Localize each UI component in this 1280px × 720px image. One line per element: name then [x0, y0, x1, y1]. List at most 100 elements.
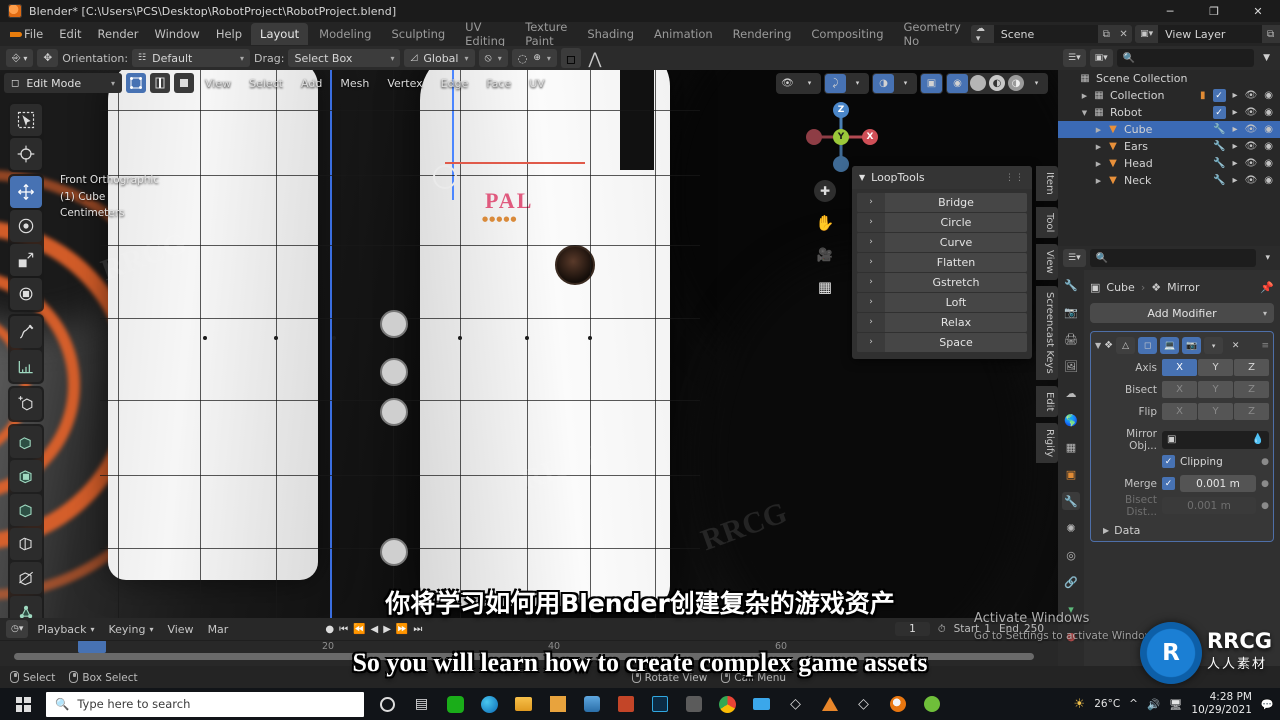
viewport-menu-mesh[interactable]: Mesh	[333, 75, 376, 92]
weather-icon[interactable]: ☀	[1074, 697, 1086, 712]
drag-dropdown[interactable]: Select Box ▾	[288, 49, 401, 67]
looptools-item-space[interactable]: › Space	[857, 333, 1027, 352]
scene-unlink-button[interactable]: ✕	[1114, 25, 1133, 43]
collection-tab-icon[interactable]: ▦	[1062, 438, 1080, 456]
wireframe-shading-icon[interactable]: ◉	[947, 73, 968, 93]
3d-viewport[interactable]: PAL ●●●●● Front Orthographic (1) Cube Ce…	[0, 70, 1058, 618]
viewport-menu-vertex[interactable]: Vertex	[380, 75, 429, 92]
menu-edit[interactable]: Edit	[51, 24, 89, 44]
wechat-icon[interactable]	[440, 688, 471, 720]
camera-icon[interactable]: 🎥	[814, 244, 836, 266]
restrict-select-icon[interactable]: ▸	[1233, 107, 1238, 118]
hand-icon[interactable]: ✋	[814, 212, 836, 234]
modifier-icon[interactable]: 🔧	[1213, 158, 1225, 169]
scene-new-button[interactable]: ⧉	[1097, 25, 1115, 43]
gizmo-axis-x[interactable]: X	[862, 129, 878, 145]
eye-icon[interactable]: 👁	[777, 74, 798, 93]
solid-shading-icon[interactable]	[970, 75, 986, 91]
zoom-icon[interactable]: ✚	[814, 180, 836, 202]
rotate-tool-icon[interactable]	[10, 210, 42, 242]
outliner-display-mode-dropdown[interactable]: ▣▾	[1089, 49, 1113, 67]
disable-render-icon[interactable]: ◉	[1264, 141, 1273, 152]
drag-handle-icon[interactable]: ≡	[1261, 341, 1269, 351]
blender-icon[interactable]	[576, 688, 607, 720]
hide-viewport-icon[interactable]: 👁	[1245, 124, 1258, 135]
network-icon[interactable]: 🖥	[1169, 698, 1182, 711]
expand-arrow-icon[interactable]: ›	[857, 293, 885, 312]
bevel-tool-icon[interactable]	[10, 494, 42, 526]
npanel-tab-rigify[interactable]: Rigify	[1036, 422, 1058, 464]
restrict-select-icon[interactable]: ▸	[1233, 90, 1238, 101]
prev-keyframe-button[interactable]: ⏪	[353, 624, 365, 635]
scene-name[interactable]: Scene	[993, 25, 1098, 43]
looptools-item-relax[interactable]: › Relax	[857, 313, 1027, 332]
modifier-icon[interactable]: 🔧	[1213, 124, 1225, 135]
cortana-icon[interactable]	[372, 688, 403, 720]
eyedropper-icon[interactable]: 💧	[1252, 434, 1264, 445]
menu-render[interactable]: Render	[90, 24, 147, 44]
on-cage-toggle[interactable]: △	[1116, 337, 1136, 354]
viewport-menu-face[interactable]: Face	[479, 75, 518, 92]
blender2-icon[interactable]	[882, 688, 913, 720]
axis-z-toggle[interactable]: Z	[1234, 359, 1269, 376]
viewport-menu-edge[interactable]: Edge	[434, 75, 476, 92]
mail-icon[interactable]	[746, 688, 777, 720]
loop-cut-tool-icon[interactable]	[10, 528, 42, 560]
npanel-tab-edit[interactable]: Edit	[1036, 385, 1058, 417]
menu-window[interactable]: Window	[146, 24, 207, 44]
expand-arrow-icon[interactable]: ›	[857, 333, 885, 352]
gizmo-axis-neg-z[interactable]	[833, 156, 849, 172]
minimize-button[interactable]: ─	[1148, 0, 1192, 22]
auto-key-icon[interactable]: ⏱	[938, 624, 946, 635]
outliner-row-head[interactable]: ▶ ▼ Head 🔧 ▸ 👁 ◉	[1058, 155, 1280, 172]
transform-orientation-dropdown[interactable]: ◿ Global ▾	[404, 49, 475, 67]
powerpoint-icon[interactable]	[610, 688, 641, 720]
timeline-playback-menu[interactable]: Playback ▾	[32, 621, 99, 638]
properties-options-dropdown[interactable]: ▾	[1260, 249, 1275, 267]
viewport-menu-add[interactable]: Add	[294, 75, 329, 92]
expand-triangle-icon[interactable]: ▶	[1092, 160, 1105, 168]
grid-icon[interactable]: ▦	[814, 276, 836, 298]
interaction-mode-dropdown[interactable]: ◻ Edit Mode ▾	[4, 73, 122, 93]
particles-tab-icon[interactable]: ✺	[1062, 519, 1080, 537]
looptools-item-bridge[interactable]: › Bridge	[857, 193, 1027, 212]
gizmo-axis-y[interactable]: Y	[833, 129, 849, 145]
next-keyframe-button[interactable]: ⏩	[396, 624, 408, 635]
breadcrumb-modifier-name[interactable]: Mirror	[1167, 281, 1199, 294]
pin-icon[interactable]: 📌	[1260, 281, 1274, 294]
modifier-tab-icon[interactable]: 🔧	[1062, 492, 1080, 510]
axis-y-toggle[interactable]: Y	[1198, 359, 1233, 376]
tray-expand-icon[interactable]: ^	[1129, 698, 1138, 710]
workspace-tab-sculpting[interactable]: Sculpting	[382, 23, 454, 45]
expand-arrow-icon[interactable]: ›	[857, 233, 885, 252]
viewport-menu-view[interactable]: View	[198, 75, 238, 92]
disable-render-icon[interactable]: ◉	[1264, 107, 1273, 118]
collection-checkbox[interactable]: ✓	[1212, 106, 1226, 119]
add-modifier-button[interactable]: Add Modifier ▾	[1090, 303, 1274, 323]
breadcrumb-object-name[interactable]: Cube	[1106, 281, 1134, 294]
restrict-select-icon[interactable]: ▸	[1233, 141, 1238, 152]
npanel-tab-screencast-keys[interactable]: Screencast Keys	[1036, 285, 1058, 380]
flip-z-toggle[interactable]: Z	[1234, 403, 1269, 420]
npanel-tab-tool[interactable]: Tool	[1036, 206, 1058, 239]
modifier-extras-dropdown[interactable]: ▾	[1204, 337, 1224, 354]
outliner-row-neck[interactable]: ▶ ▼ Neck 🔧 ▸ 👁 ◉	[1058, 172, 1280, 189]
scene-selector[interactable]: ☁▾ Scene ⧉ ✕	[970, 25, 1133, 43]
world-tab-icon[interactable]: 🌎	[1062, 411, 1080, 429]
axis-x-toggle[interactable]: X	[1162, 359, 1197, 376]
annotate-tool-icon[interactable]	[10, 316, 42, 348]
outliner-row-ears[interactable]: ▶ ▼ Ears 🔧 ▸ 👁 ◉	[1058, 138, 1280, 155]
view-layer-tab-icon[interactable]: 🖼	[1062, 357, 1080, 375]
active-tool-icon-button[interactable]: ⎆ ▾	[6, 49, 34, 67]
restrict-select-icon[interactable]: ▸	[1233, 175, 1238, 186]
looptools-item-circle[interactable]: › Circle	[857, 213, 1027, 232]
physics-tab-icon[interactable]: ◎	[1062, 546, 1080, 564]
outliner-row-scene-collection[interactable]: ▦ Scene Collection	[1058, 70, 1280, 87]
expand-arrow-icon[interactable]: ›	[857, 273, 885, 292]
hide-viewport-icon[interactable]: 👁	[1245, 158, 1258, 169]
bisect-distance-field[interactable]: 0.001 m	[1162, 497, 1256, 514]
chevron-down-icon[interactable]: ▾	[799, 74, 820, 93]
modifier-icon[interactable]: 🔧	[1213, 175, 1225, 186]
proportional-connected-toggle[interactable]: ▫	[560, 48, 581, 68]
viewport-menu-select[interactable]: Select	[242, 75, 290, 92]
